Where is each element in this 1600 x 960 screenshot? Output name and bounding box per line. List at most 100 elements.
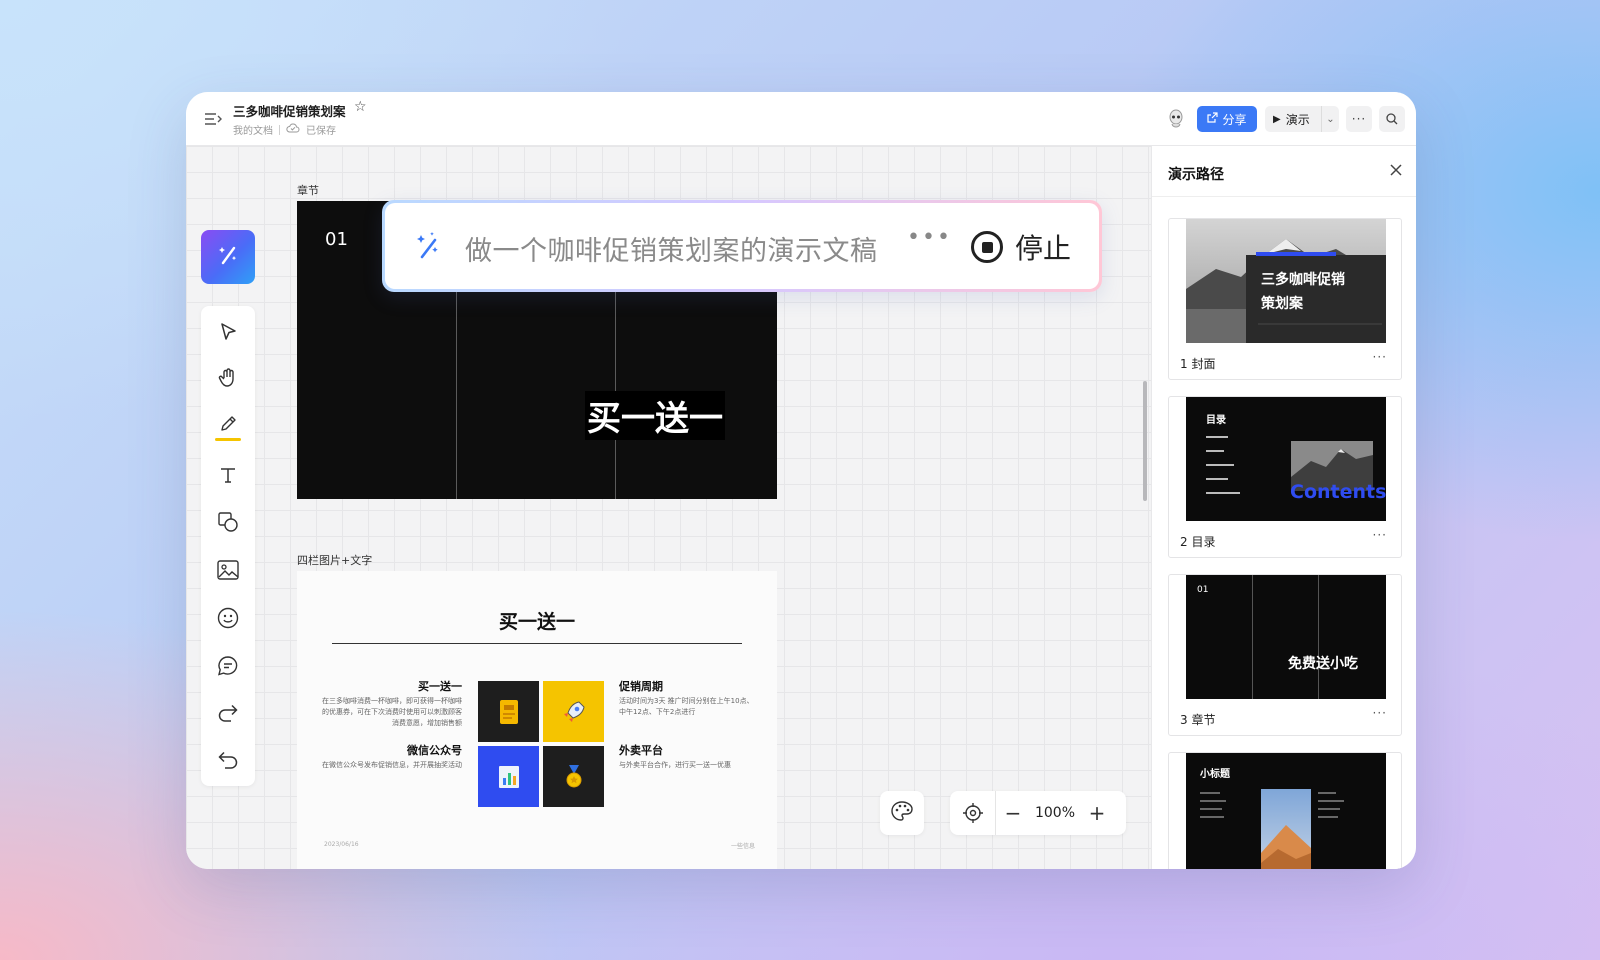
- column-divider: [1318, 575, 1319, 699]
- slide-card-subtitle[interactable]: 小标题: [1168, 752, 1402, 869]
- presentation-path-panel: 演示路径 三多咖啡促销 策划案 1 封面 ··· 目录 Contents. 2 …: [1151, 146, 1416, 869]
- divider: [1152, 196, 1416, 197]
- stop-icon[interactable]: [971, 231, 1003, 263]
- search-button[interactable]: [1379, 106, 1405, 132]
- share-icon: [1207, 112, 1219, 126]
- frame-label[interactable]: 四栏图片+文字: [297, 552, 372, 568]
- breadcrumb[interactable]: 我的文档: [233, 122, 273, 137]
- text-tool-icon[interactable]: [214, 461, 242, 489]
- text-block: 买一送一 在三多咖啡消费一杯咖啡，即可获得一杯咖啡的优惠券，可在下次消费时使用可…: [322, 681, 462, 729]
- slide-thumbnail: 三多咖啡促销 策划案: [1186, 219, 1386, 343]
- slide-card-contents[interactable]: 目录 Contents. 2 目录 ···: [1168, 396, 1402, 558]
- document-meta: 我的文档 已保存: [233, 122, 336, 137]
- slide-more-icon[interactable]: ···: [1373, 350, 1387, 364]
- loading-dots-icon: •••: [907, 225, 952, 250]
- magic-sparkle-icon: [411, 229, 445, 267]
- shape-tool-icon[interactable]: [214, 508, 242, 536]
- document-title[interactable]: 三多咖啡促销策划案: [233, 101, 346, 120]
- slide-caption: 2 目录: [1180, 535, 1216, 549]
- sidebar-toggle-icon[interactable]: [204, 112, 222, 126]
- hand-tool-icon[interactable]: [214, 364, 242, 392]
- column-divider: [1252, 575, 1253, 699]
- slide-more-icon[interactable]: ···: [1373, 706, 1387, 720]
- more-options-button[interactable]: ···: [1346, 106, 1372, 132]
- chapter-headline: 买一送一: [585, 391, 725, 440]
- block-heading: 微信公众号: [407, 744, 462, 757]
- thumb-title: 三多咖啡促销: [1261, 272, 1345, 288]
- slide-more-icon[interactable]: ···: [1373, 528, 1387, 542]
- zoom-in-button[interactable]: +: [1080, 801, 1114, 825]
- chevron-down-icon[interactable]: ⌄: [1321, 106, 1339, 132]
- block-heading: 促销周期: [619, 680, 663, 693]
- thumb-word: Contents.: [1290, 481, 1386, 503]
- undo-icon[interactable]: [214, 746, 242, 774]
- slide-title: 买一送一: [498, 611, 575, 633]
- ai-prompt-bar: 做一个咖啡促销策划案的演示文稿 ••• 停止: [382, 200, 1102, 292]
- present-button[interactable]: ▶ 演示 ⌄: [1265, 106, 1339, 132]
- avatar[interactable]: [1166, 109, 1186, 131]
- image-tool-icon[interactable]: [214, 556, 242, 584]
- block-heading: 买一送一: [418, 680, 462, 693]
- thumb-title: 策划案: [1261, 296, 1303, 312]
- whiteboard-canvas[interactable]: 章节 01 买一送一 四栏图片+文字 买一送一 买一送一 在三多咖啡消费一杯咖啡…: [186, 146, 1151, 869]
- select-tool-icon[interactable]: [214, 318, 242, 346]
- block-heading: 外卖平台: [619, 744, 663, 757]
- slide-footer-note: 一些信息: [730, 843, 755, 850]
- star-icon[interactable]: ☆: [354, 99, 367, 115]
- pen-tool-icon[interactable]: [214, 410, 242, 438]
- vertical-scrollbar[interactable]: [1143, 381, 1147, 501]
- theme-palette-button[interactable]: [880, 791, 924, 835]
- divider: [279, 124, 280, 135]
- slide-caption: 3 章节: [1180, 713, 1216, 727]
- magic-wand-icon: [215, 242, 241, 272]
- palette-icon: [890, 800, 914, 826]
- zoom-controls: − 100% +: [950, 791, 1126, 835]
- bar-chart-icon: [478, 746, 539, 807]
- block-body: 与外卖平台合作，进行买一送一优惠: [619, 761, 731, 769]
- stop-button[interactable]: 停止: [1015, 227, 1071, 267]
- ai-prompt-panel: 做一个咖啡促销策划案的演示文稿 ••• 停止: [385, 203, 1099, 289]
- ai-assistant-button[interactable]: [201, 230, 255, 284]
- slide-thumbnail: 小标题: [1186, 753, 1386, 869]
- block-body: 活动时间为3天 推广时间分别在上午10点、中午12点、下午2点进行: [619, 697, 754, 716]
- slide-date: 2023/06/16: [324, 841, 359, 848]
- present-label: 演示: [1285, 112, 1310, 127]
- comment-tool-icon[interactable]: [214, 652, 242, 680]
- title-rule: [332, 643, 742, 644]
- share-label: 分享: [1222, 112, 1247, 127]
- app-window: 三多咖啡促销策划案 ☆ 我的文档 已保存 分享 ▶ 演示 ⌄ ··· 章节 01…: [186, 92, 1416, 869]
- thumb-title: 免费送小吃: [1288, 656, 1358, 672]
- notebook-icon: [478, 681, 539, 742]
- frame-label[interactable]: 章节: [297, 182, 319, 198]
- play-icon: ▶: [1273, 113, 1281, 125]
- text-block: 微信公众号 在微信公众号发布促销信息，并开展抽奖活动: [322, 745, 462, 771]
- thumb-number: 01: [1197, 585, 1209, 595]
- pen-color-indicator: [215, 438, 241, 441]
- slide-thumbnail: 目录 Contents.: [1186, 397, 1386, 521]
- share-button[interactable]: 分享: [1197, 106, 1257, 132]
- zoom-level[interactable]: 100%: [1030, 805, 1080, 821]
- text-block: 促销周期 活动时间为3天 推广时间分别在上午10点、中午12点、下午2点进行: [619, 681, 755, 718]
- slide-card-cover[interactable]: 三多咖啡促销 策划案 1 封面 ···: [1168, 218, 1402, 380]
- search-icon: [1386, 110, 1398, 129]
- emoji-tool-icon[interactable]: [214, 604, 242, 632]
- block-body: 在三多咖啡消费一杯咖啡，即可获得一杯咖啡的优惠券，可在下次消费时使用可以刺激顾客…: [322, 697, 462, 727]
- rocket-icon: [543, 681, 604, 742]
- slide-thumbnail: 01 免费送小吃: [1186, 575, 1386, 699]
- zoom-out-button[interactable]: −: [996, 801, 1030, 825]
- ai-prompt-text: 做一个咖啡促销策划案的演示文稿: [465, 236, 878, 267]
- cloud-saved-icon: [286, 123, 300, 136]
- slide-caption: 1 封面: [1180, 357, 1216, 371]
- slide-card-chapter[interactable]: 01 免费送小吃 3 章节 ···: [1168, 574, 1402, 736]
- block-body: 在微信公众号发布促销信息，并开展抽奖活动: [322, 761, 462, 769]
- tool-palette: [201, 306, 255, 786]
- redo-icon[interactable]: [214, 699, 242, 727]
- top-bar: 三多咖啡促销策划案 ☆ 我的文档 已保存 分享 ▶ 演示 ⌄ ···: [186, 92, 1416, 146]
- close-icon[interactable]: [1388, 162, 1404, 182]
- panel-title: 演示路径: [1168, 167, 1224, 183]
- medal-icon: [543, 746, 604, 807]
- four-column-slide[interactable]: 买一送一 买一送一 在三多咖啡消费一杯咖啡，即可获得一杯咖啡的优惠券，可在下次消…: [297, 571, 777, 869]
- recenter-icon[interactable]: [950, 791, 996, 835]
- chapter-number: 01: [325, 229, 348, 250]
- save-status: 已保存: [306, 126, 336, 137]
